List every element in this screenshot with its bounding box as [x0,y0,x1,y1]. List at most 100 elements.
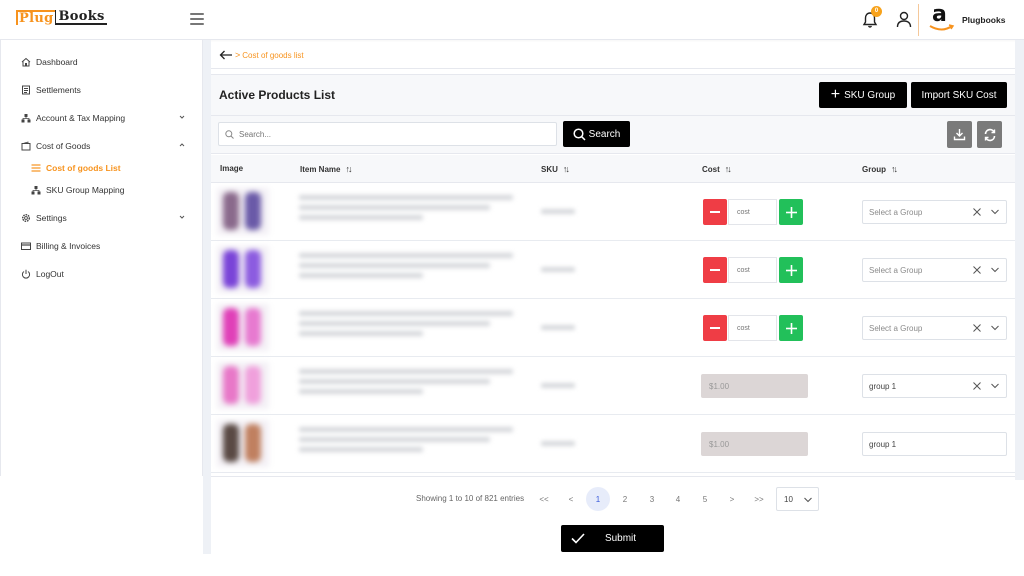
product-thumbnail [217,420,269,467]
clear-icon[interactable] [972,265,982,275]
increment-cost-button[interactable] [779,199,803,225]
chevron-up-icon [179,143,185,147]
breadcrumb-separator: > [235,50,241,60]
product-thumbnail [217,304,269,351]
sidebar-item-cost-of-goods-list[interactable]: Cost of goods List [31,159,196,177]
chevron-down-icon[interactable] [990,208,1000,216]
table-row: $1.00 group 1 [211,357,1015,415]
sku-blurred [541,325,575,330]
pagination-last[interactable]: >> [747,487,771,511]
pagination-first[interactable]: << [532,487,556,511]
table-row: $1.00 group 1 [211,415,1015,473]
chevron-down-icon [804,497,812,503]
logo-part-books: Books [55,10,107,25]
plugbooks-logo[interactable]: Plug Books [16,10,107,25]
gear-icon [21,213,31,223]
decrement-cost-button[interactable] [703,257,727,283]
chevron-down-icon[interactable] [990,382,1000,390]
add-sku-group-button[interactable]: + SKU Group [819,82,907,108]
cost-value[interactable]: $1.00 [701,374,808,398]
list-icon [31,163,41,173]
sidebar-item-account-tax-mapping[interactable]: Account & Tax Mapping [21,109,186,127]
card-header: Active Products List + SKU Group Import … [211,74,1015,116]
sort-icon[interactable]: ↑↓ [563,164,570,174]
increment-cost-button[interactable] [779,315,803,341]
product-thumbnail [217,188,269,235]
sidebar-item-label: LogOut [36,269,64,279]
pagination-page-5[interactable]: 5 [693,487,717,511]
sidebar-item-label: Cost of Goods [36,141,91,151]
sort-icon[interactable]: ↑↓ [891,164,898,174]
group-select[interactable]: group 1 [862,432,1007,456]
group-select[interactable]: Select a Group [862,316,1007,340]
decrement-cost-button[interactable] [703,315,727,341]
group-select[interactable]: Select a Group [862,200,1007,224]
sidebar-item-label: Account & Tax Mapping [36,113,126,123]
cost-stepper [703,257,803,283]
submit-button[interactable]: Submit [561,525,664,552]
pagination-page-4[interactable]: 4 [666,487,690,511]
vertical-scrollbar[interactable] [1015,40,1024,480]
sidebar-item-settlements[interactable]: Settlements [21,81,186,99]
download-icon [953,129,966,141]
item-name-blurred [299,195,524,225]
pagination-page-3[interactable]: 3 [640,487,664,511]
group-select-value: group 1 [869,381,897,391]
rows-per-page-select[interactable]: 10 [776,487,819,511]
sidebar-item-label: Billing & Invoices [36,241,101,251]
column-header-sku[interactable]: SKU ↑↓ [541,164,570,174]
table-row: Select a Group [211,299,1015,357]
group-select[interactable]: group 1 [862,374,1007,398]
sidebar-item-settings[interactable]: Settings [21,209,186,227]
wallet-icon [21,141,31,151]
pagination-page-1[interactable]: 1 [586,487,610,511]
search-field[interactable] [218,122,557,146]
download-button[interactable] [947,121,972,148]
sidebar-item-cost-of-goods[interactable]: Cost of Goods [21,137,186,155]
menu-toggle-icon[interactable] [190,13,204,25]
breadcrumb-current[interactable]: Cost of goods list [242,51,303,60]
pagination-prev[interactable]: < [559,487,583,511]
table-row: Select a Group [211,241,1015,299]
group-select-value: Select a Group [869,323,923,333]
sidebar-item-dashboard[interactable]: Dashboard [21,53,186,71]
sidebar-item-billing-invoices[interactable]: Billing & Invoices [21,237,186,255]
page-title: Active Products List [219,88,336,102]
cost-input[interactable] [728,199,777,225]
pagination-page-2[interactable]: 2 [613,487,637,511]
sort-icon[interactable]: ↑↓ [725,164,732,174]
group-select[interactable]: Select a Group [862,258,1007,282]
back-arrow-icon[interactable] [219,50,233,60]
refresh-button[interactable] [977,121,1002,148]
pagination-next[interactable]: > [720,487,744,511]
account-name[interactable]: Plugbooks [962,15,1005,25]
import-sku-cost-button[interactable]: Import SKU Cost [911,82,1007,108]
cost-input[interactable] [728,315,777,341]
sort-icon[interactable]: ↑↓ [345,164,352,174]
increment-cost-button[interactable] [779,257,803,283]
cost-input[interactable] [728,257,777,283]
sidebar-item-sku-group-mapping[interactable]: SKU Group Mapping [31,181,196,199]
decrement-cost-button[interactable] [703,199,727,225]
table-header: Image Item Name ↑↓ SKU ↑↓ Cost ↑↓ Group ↑↓ [211,155,1015,183]
user-profile-icon[interactable] [896,11,912,28]
clear-icon[interactable] [972,323,982,333]
chevron-down-icon[interactable] [990,266,1000,274]
search-icon [573,127,586,141]
column-header-group[interactable]: Group ↑↓ [862,164,898,174]
breadcrumb: > Cost of goods list [211,42,1015,69]
search-input[interactable] [239,129,539,139]
chevron-down-icon [179,115,185,119]
sidebar-item-logout[interactable]: LogOut [21,265,186,283]
column-label: Image [220,164,244,173]
column-header-cost[interactable]: Cost ↑↓ [702,164,732,174]
clear-icon[interactable] [972,207,982,217]
sku-blurred [541,209,575,214]
search-button[interactable]: Search [563,121,630,147]
chevron-down-icon[interactable] [990,324,1000,332]
clear-icon[interactable] [972,381,982,391]
sidebar-item-label: Dashboard [36,57,78,67]
sidebar-item-label: Settings [36,213,67,223]
column-header-item-name[interactable]: Item Name ↑↓ [300,164,352,174]
cost-value[interactable]: $1.00 [701,432,808,456]
